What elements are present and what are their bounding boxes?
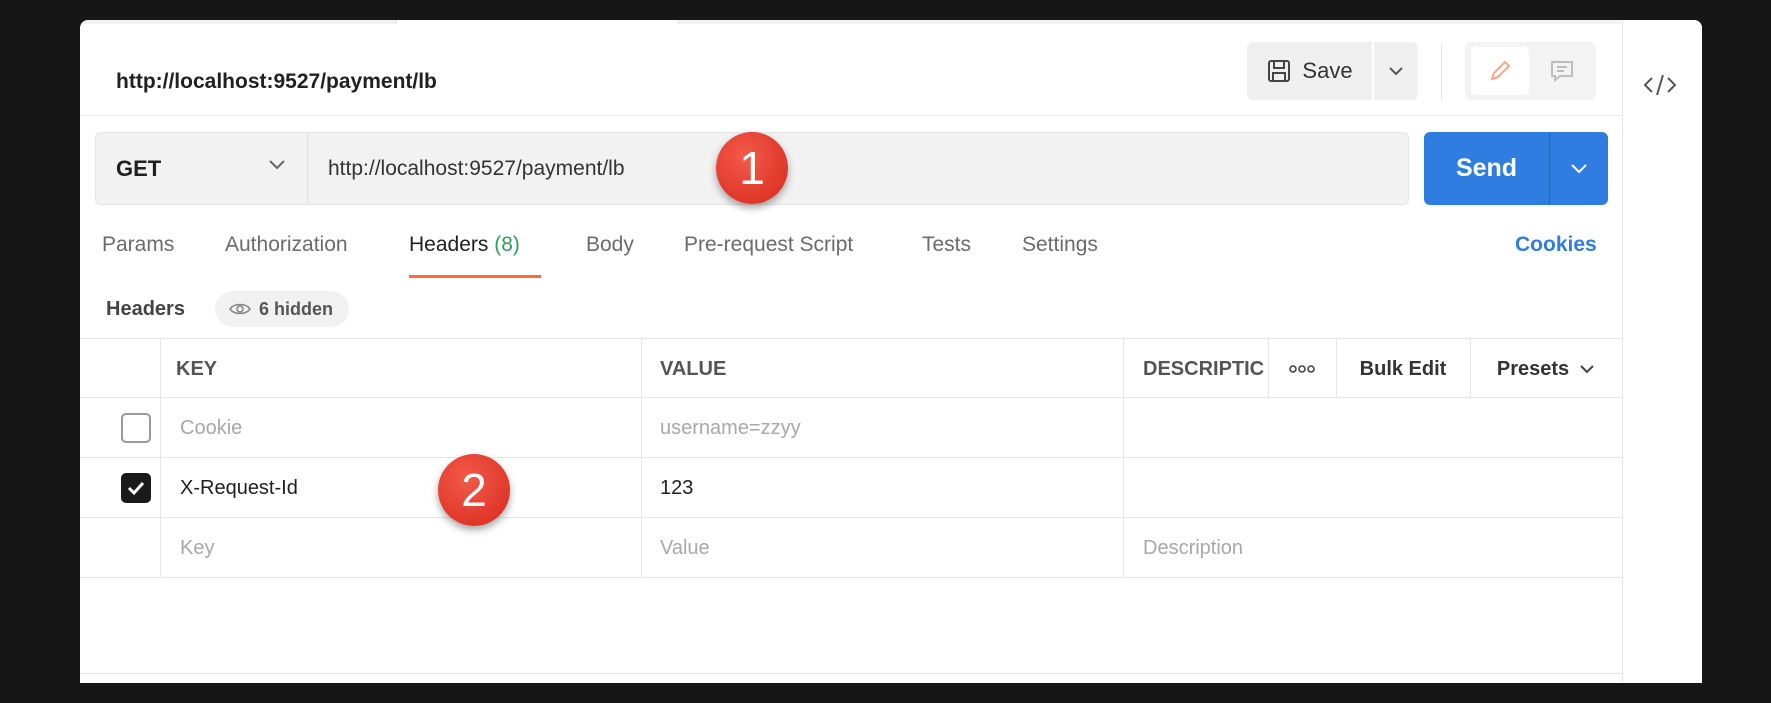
active-tab-indicator <box>409 275 541 278</box>
table-row: Cookie username=zzyy <box>80 398 1622 458</box>
bulk-edit-button[interactable]: Bulk Edit <box>1336 339 1470 399</box>
row-checkbox[interactable] <box>121 473 151 503</box>
presets-dropdown[interactable]: Presets <box>1470 339 1622 399</box>
more-options-button[interactable] <box>1268 339 1336 399</box>
divider <box>1441 44 1442 100</box>
column-divider <box>1268 338 1269 398</box>
edit-icon <box>1490 60 1511 81</box>
tab-strip <box>80 20 1702 24</box>
column-divider <box>1123 338 1124 578</box>
hidden-headers-toggle[interactable]: 6 hidden <box>215 291 350 327</box>
tab-headers-label: Headers <box>409 233 489 256</box>
header-value-cell[interactable]: 123 <box>660 458 693 518</box>
divider <box>80 673 1622 674</box>
right-sidebar <box>1622 20 1702 683</box>
tab-strip-item[interactable] <box>678 20 1121 24</box>
edit-button[interactable] <box>1471 47 1529 95</box>
tab-body[interactable]: Body <box>586 233 634 257</box>
divider <box>80 115 1622 116</box>
save-button[interactable]: Save <box>1247 42 1372 100</box>
checkmark-icon <box>127 481 145 496</box>
comment-icon <box>1551 61 1573 83</box>
tab-authorization[interactable]: Authorization <box>225 233 348 257</box>
column-header-value: VALUE <box>660 357 727 380</box>
tab-strip-active[interactable] <box>396 20 679 24</box>
tab-tests[interactable]: Tests <box>922 233 971 257</box>
save-icon <box>1268 60 1291 82</box>
table-header-row: KEY VALUE DESCRIPTIC Bulk Edit Presets <box>80 338 1622 398</box>
tab-settings[interactable]: Settings <box>1022 233 1098 257</box>
header-value-cell[interactable]: username=zzyy <box>660 398 801 458</box>
new-key-input[interactable]: Key <box>180 518 214 578</box>
save-label: Save <box>1302 58 1353 83</box>
column-divider <box>641 338 642 578</box>
table-row: X-Request-Id 123 <box>80 458 1622 518</box>
more-icon <box>1289 365 1315 373</box>
table-row-new: Key Value Description <box>80 518 1622 578</box>
chevron-down-icon <box>269 160 285 170</box>
annotation-badge-2: 2 <box>438 454 510 526</box>
header-key-cell[interactable]: Cookie <box>180 398 242 458</box>
tab-pre-request-script[interactable]: Pre-request Script <box>684 233 853 257</box>
column-header-key: KEY <box>176 357 218 380</box>
row-checkbox[interactable] <box>121 413 151 443</box>
method-label: GET <box>116 155 162 181</box>
code-icon[interactable] <box>1642 70 1678 100</box>
column-divider <box>1336 338 1337 398</box>
column-divider <box>1470 338 1471 398</box>
send-button[interactable]: Send <box>1424 132 1549 205</box>
new-value-input[interactable]: Value <box>660 518 710 578</box>
url-input[interactable]: http://localhost:9527/payment/lb <box>328 133 625 204</box>
view-mode-group <box>1465 42 1596 100</box>
column-header-description: DESCRIPTIC <box>1143 357 1265 380</box>
header-key-cell[interactable]: X-Request-Id <box>180 458 298 518</box>
presets-label: Presets <box>1496 357 1570 380</box>
send-button-group: Send <box>1424 132 1608 205</box>
comments-button[interactable] <box>1533 47 1591 95</box>
new-description-input[interactable]: Description <box>1143 518 1243 578</box>
tab-headers[interactable]: Headers (8) <box>409 233 520 257</box>
chevron-down-icon <box>1580 365 1594 374</box>
save-options-button[interactable] <box>1374 42 1418 100</box>
column-divider <box>160 338 161 578</box>
request-panel: http://localhost:9527/payment/lb Save GE… <box>80 20 1702 683</box>
chevron-down-icon <box>1389 67 1403 76</box>
headers-section-label: Headers <box>106 298 185 320</box>
tab-params[interactable]: Params <box>102 233 174 257</box>
annotation-badge-1: 1 <box>716 132 788 204</box>
cookies-link[interactable]: Cookies <box>1515 233 1597 257</box>
tab-headers-count: (8) <box>494 233 520 256</box>
method-select[interactable]: GET <box>96 133 308 204</box>
save-button-group: Save <box>1247 42 1418 100</box>
request-title: http://localhost:9527/payment/lb <box>116 70 437 93</box>
send-options-button[interactable] <box>1550 132 1608 205</box>
chevron-down-icon <box>1571 163 1587 173</box>
hidden-headers-label: 6 hidden <box>259 298 334 319</box>
eye-icon <box>229 303 251 315</box>
